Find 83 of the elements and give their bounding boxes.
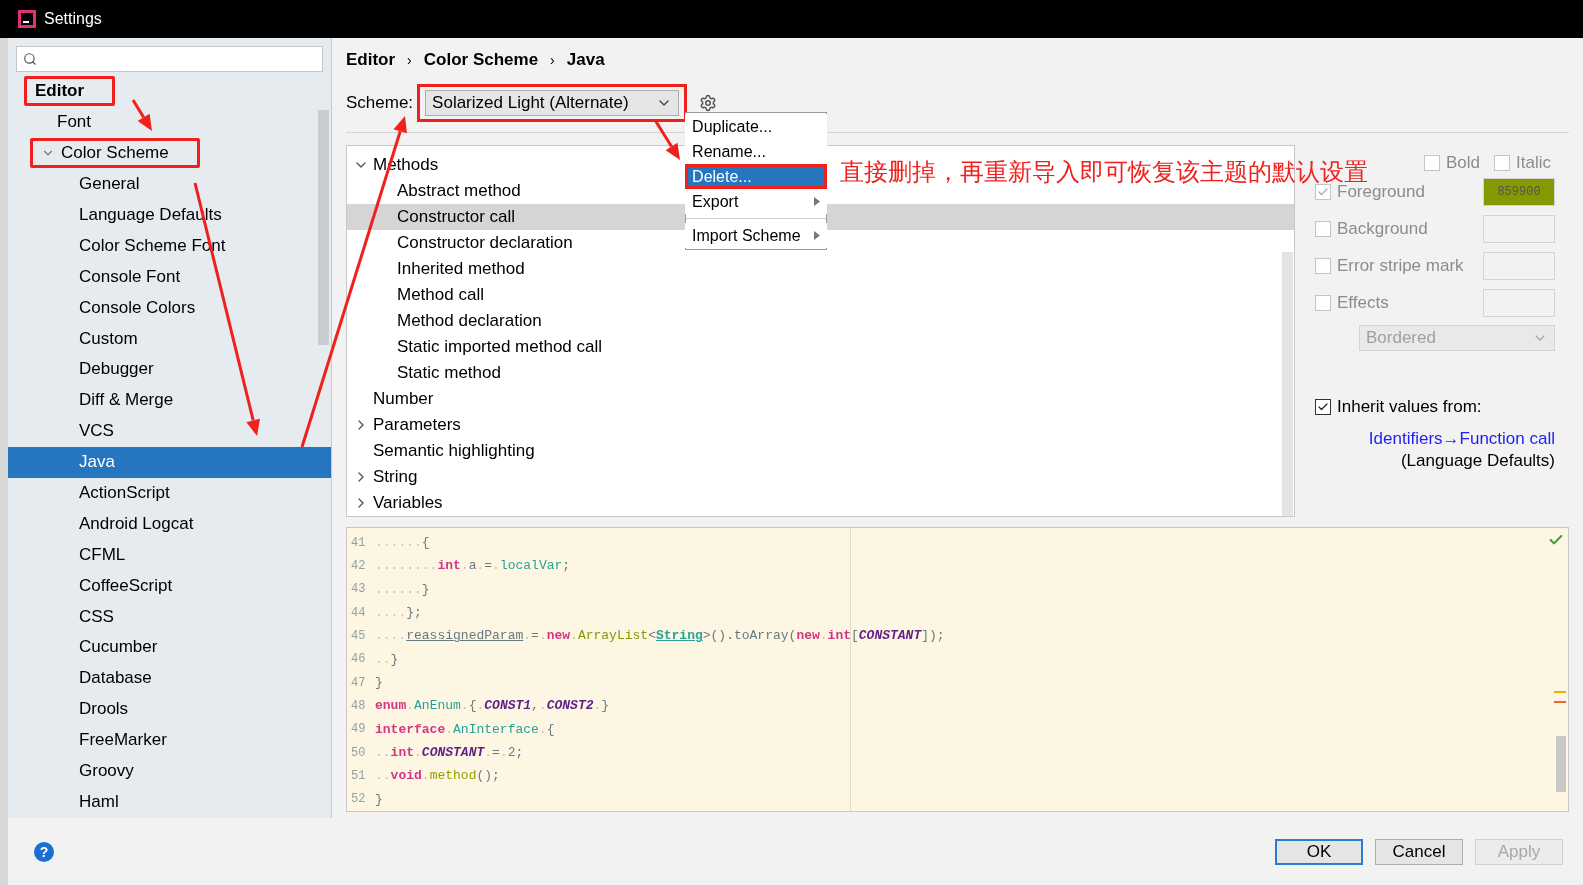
dialog-button[interactable]: Cancel [1375,838,1463,865]
code-line: 52 } [350,790,384,809]
sidebar-item[interactable]: CSS [8,601,331,633]
submenu-icon [814,231,821,240]
sidebar-item[interactable]: Font [8,106,331,138]
tree-item[interactable]: Constructor call [397,207,516,227]
sidebar-item[interactable]: Database [8,662,331,694]
breadcrumb-separator: › [407,52,412,68]
tree-item[interactable]: Method declaration [397,311,542,331]
sidebar-item[interactable]: Haml [8,786,331,818]
sidebar-item[interactable]: Java [8,446,331,478]
code-line: 41 ......{ [350,534,431,553]
tree-item[interactable]: Semantic highlighting [373,441,535,461]
sidebar-item[interactable]: ActionScript [8,477,331,509]
checkbox[interactable] [1315,399,1331,415]
color-swatch[interactable] [1483,288,1555,317]
menu-item[interactable]: Rename... [685,139,828,164]
code-line: 50 ..int.CONSTANT.=.2; [350,744,525,763]
sidebar-item[interactable]: Console Font [8,261,331,293]
checkmark-icon [1317,401,1329,413]
window-title: Settings [44,10,102,28]
scrollbar-thumb[interactable] [1556,736,1566,792]
code-line: 42 ........int.a.=.localVar; [350,557,572,576]
menu-item[interactable]: Duplicate... [685,114,828,139]
tree-item[interactable]: Constructor declaration [397,233,573,253]
breadcrumb-item: Java [566,50,605,70]
sidebar-item[interactable]: Console Colors [8,292,331,324]
sidebar-item[interactable]: FreeMarker [8,724,331,756]
tree-item[interactable]: Parameters [373,415,461,435]
code-line: 46 ..} [350,650,400,669]
sidebar-item[interactable]: Diff & Merge [8,384,331,416]
sidebar-item[interactable]: CFML [8,539,331,571]
dialog-button[interactable]: OK [1275,838,1363,865]
sidebar-item[interactable]: General [8,168,331,200]
code-line: 44 ....}; [350,604,423,623]
sidebar-item[interactable]: VCS [8,415,331,447]
sidebar-item[interactable]: Cucumber [8,632,331,663]
sidebar-item[interactable]: Editor [8,76,331,107]
scrollbar-thumb[interactable] [318,110,329,345]
help-button[interactable]: ? [34,841,54,862]
code-line: 45 ....reassignedParam.=.new.ArrayList<String>().toArray(new.int[CONSTANT]); [350,627,946,646]
tree-item[interactable]: Method call [397,285,484,305]
tree-item[interactable]: Static imported method call [397,337,603,357]
menu-item[interactable]: Export [685,189,828,214]
breadcrumb-item: Color Scheme [423,50,539,70]
settings-icon[interactable] [699,94,718,112]
inherit-link[interactable]: Identifiers→Function call [1368,429,1555,449]
tree-item[interactable]: String [373,467,418,487]
menu-item[interactable]: Delete... [685,164,828,189]
tree-item[interactable]: Variables [373,493,443,513]
sidebar-item[interactable]: Android Logcat [8,508,331,540]
code-line: 51 ..void.method(); [350,767,501,786]
sidebar-item[interactable]: CoffeeScript [8,570,331,602]
scheme-label: Scheme: [346,93,414,113]
code-line: 49 interface.AnInterface.{ [350,720,556,739]
tree-item[interactable]: Inherited method [397,259,525,279]
tree-item[interactable]: Static method [397,363,501,383]
error-stripe-mark [1554,691,1566,693]
annotation-text: 直接删掉，再重新导入即可恢复该主题的默认设置 [840,157,1368,185]
breadcrumb-separator: › [550,52,555,68]
inherit-checkbox[interactable]: Inherit values from: [1315,397,1482,417]
error-stripe-mark [1554,701,1566,703]
code-line: 48 enum.AnEnum.{.CONST1,.CONST2.} [350,697,611,716]
sidebar-item[interactable]: Debugger [8,354,331,385]
search-icon [23,52,37,66]
scrollbar-thumb[interactable] [1282,252,1293,516]
tree-item[interactable]: Abstract method [397,181,521,201]
color-swatch[interactable] [1483,251,1555,280]
breadcrumb-item: Editor [346,50,396,70]
inherit-note: (Language Defaults) [1400,451,1555,471]
search-field[interactable] [16,46,323,72]
color-swatch[interactable] [1483,214,1555,243]
sidebar-item[interactable]: Custom [8,323,331,354]
submenu-icon [814,197,821,206]
sidebar-item[interactable]: Drools [8,693,331,725]
tree-item[interactable]: Number [373,389,434,409]
scheme-dropdown[interactable]: Solarized Light (Alternate) [425,90,680,116]
app-logo-icon [18,10,36,28]
code-line: 43 ......} [350,580,431,599]
menu-item[interactable]: Import Scheme [685,223,828,248]
sidebar-item[interactable]: Groovy [8,755,331,787]
code-line: 47 } [350,674,384,693]
annotation-arrow [131,99,152,131]
